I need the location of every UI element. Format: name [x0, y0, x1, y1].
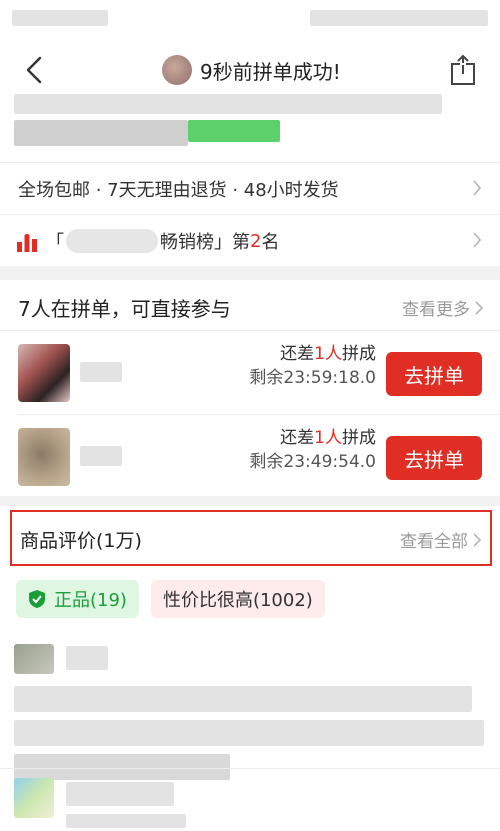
- divider: [0, 162, 500, 163]
- ranking-chart-icon: [17, 233, 37, 252]
- review-tag-label: 正品(19): [54, 590, 127, 611]
- group-buy-title: 7人在拼单，可直接参与: [18, 297, 231, 321]
- shield-check-icon: [29, 590, 45, 608]
- ranking-category-suffix: 畅销榜」第: [160, 232, 250, 253]
- view-more-label: 查看更多: [402, 300, 470, 320]
- chevron-left-icon: [26, 56, 42, 84]
- share-button[interactable]: [448, 52, 478, 88]
- group-buy-need: 还差1人拼成: [249, 426, 376, 450]
- ranking-open-bracket: 「: [46, 232, 64, 253]
- group-buy-info: 还差1人拼成 剩余23:59:18.0: [249, 342, 376, 390]
- need-prefix: 还差: [280, 428, 315, 448]
- countdown-timer: 剩余23:49:54.0: [249, 452, 376, 472]
- review-tag-label: 性价比很高(1002): [162, 590, 313, 611]
- review-text-line-blurred: [14, 686, 458, 712]
- group-buy-row: 还差1人拼成 剩余23:49:54.0 去拼单: [0, 416, 500, 498]
- review-tag-authentic[interactable]: 正品(19): [16, 580, 139, 618]
- ranking-text: 「 畅销榜」第 2 名: [46, 228, 279, 254]
- ranking-category-blurred: [66, 229, 158, 253]
- user-name-blurred: [80, 362, 122, 382]
- need-suffix: 拼成: [342, 344, 376, 364]
- divider: [0, 330, 500, 331]
- service-guarantee-row[interactable]: 全场包邮 · 7天无理由退货 · 48小时发货: [0, 164, 500, 212]
- need-prefix: 还差: [280, 344, 315, 364]
- avatar: [18, 344, 70, 402]
- product-title-line-2: [14, 120, 188, 146]
- divider: [0, 214, 500, 215]
- view-all-reviews-link[interactable]: 查看全部: [400, 527, 482, 552]
- divider: [18, 414, 500, 415]
- status-bar: [0, 0, 500, 36]
- review-text-line-blurred: [14, 754, 230, 780]
- section-gap: [0, 496, 500, 506]
- reviewer-name-blurred: [66, 782, 174, 806]
- need-count: 1人: [314, 428, 342, 448]
- review-text-line-blurred: [456, 686, 472, 712]
- review-tag-value[interactable]: 性价比很高(1002): [150, 580, 325, 618]
- ranking-row[interactable]: 「 畅销榜」第 2 名: [0, 216, 500, 264]
- review-text-line-blurred: [14, 720, 484, 746]
- reviewer-name-blurred: [66, 646, 108, 670]
- product-title-line-1: [14, 94, 442, 114]
- reviews-title: 商品评价(1万): [20, 530, 142, 552]
- nav-title: 9秒前拼单成功!: [162, 52, 341, 88]
- avatar: [14, 644, 54, 674]
- view-all-label: 查看全部: [400, 532, 468, 552]
- product-title-blurred: [0, 94, 500, 160]
- share-icon: [451, 54, 475, 85]
- chevron-right-icon: [472, 179, 482, 197]
- product-tag-blurred: [188, 120, 280, 142]
- divider: [0, 768, 500, 769]
- group-buy-row: 还差1人拼成 剩余23:59:18.0 去拼单: [0, 332, 500, 414]
- group-buy-info: 还差1人拼成 剩余23:49:54.0: [249, 426, 376, 474]
- view-more-link[interactable]: 查看更多: [402, 295, 484, 320]
- section-gap: [0, 266, 500, 280]
- group-buy-header: 7人在拼单，可直接参与 查看更多: [0, 282, 500, 330]
- ranking-unit: 名: [261, 232, 280, 253]
- chevron-right-icon: [475, 300, 484, 315]
- nav-bar: 9秒前拼单成功!: [0, 40, 500, 100]
- status-bar-time-blurred: [12, 10, 108, 26]
- status-bar-indicators-blurred: [310, 10, 488, 26]
- reviews-header[interactable]: 商品评价(1万) 查看全部: [10, 510, 492, 566]
- avatar: [14, 778, 54, 818]
- chevron-right-icon: [472, 231, 482, 249]
- countdown-timer: 剩余23:59:18.0: [249, 368, 376, 388]
- user-name-blurred: [80, 446, 122, 466]
- back-button[interactable]: [20, 52, 50, 88]
- need-suffix: 拼成: [342, 428, 376, 448]
- need-count: 1人: [314, 344, 342, 364]
- review-tags: 正品(19) 性价比很高(1002): [16, 580, 325, 618]
- join-group-button[interactable]: 去拼单: [386, 436, 482, 480]
- ranking-number: 2: [250, 230, 262, 252]
- service-guarantee-text: 全场包邮 · 7天无理由退货 · 48小时发货: [18, 180, 339, 201]
- group-buy-need: 还差1人拼成: [249, 342, 376, 366]
- chevron-right-icon: [473, 532, 482, 547]
- join-group-button[interactable]: 去拼单: [386, 352, 482, 396]
- review-text-line-blurred: [66, 814, 186, 828]
- avatar: [162, 55, 192, 85]
- avatar: [18, 428, 70, 486]
- nav-title-text: 9秒前拼单成功!: [200, 59, 341, 84]
